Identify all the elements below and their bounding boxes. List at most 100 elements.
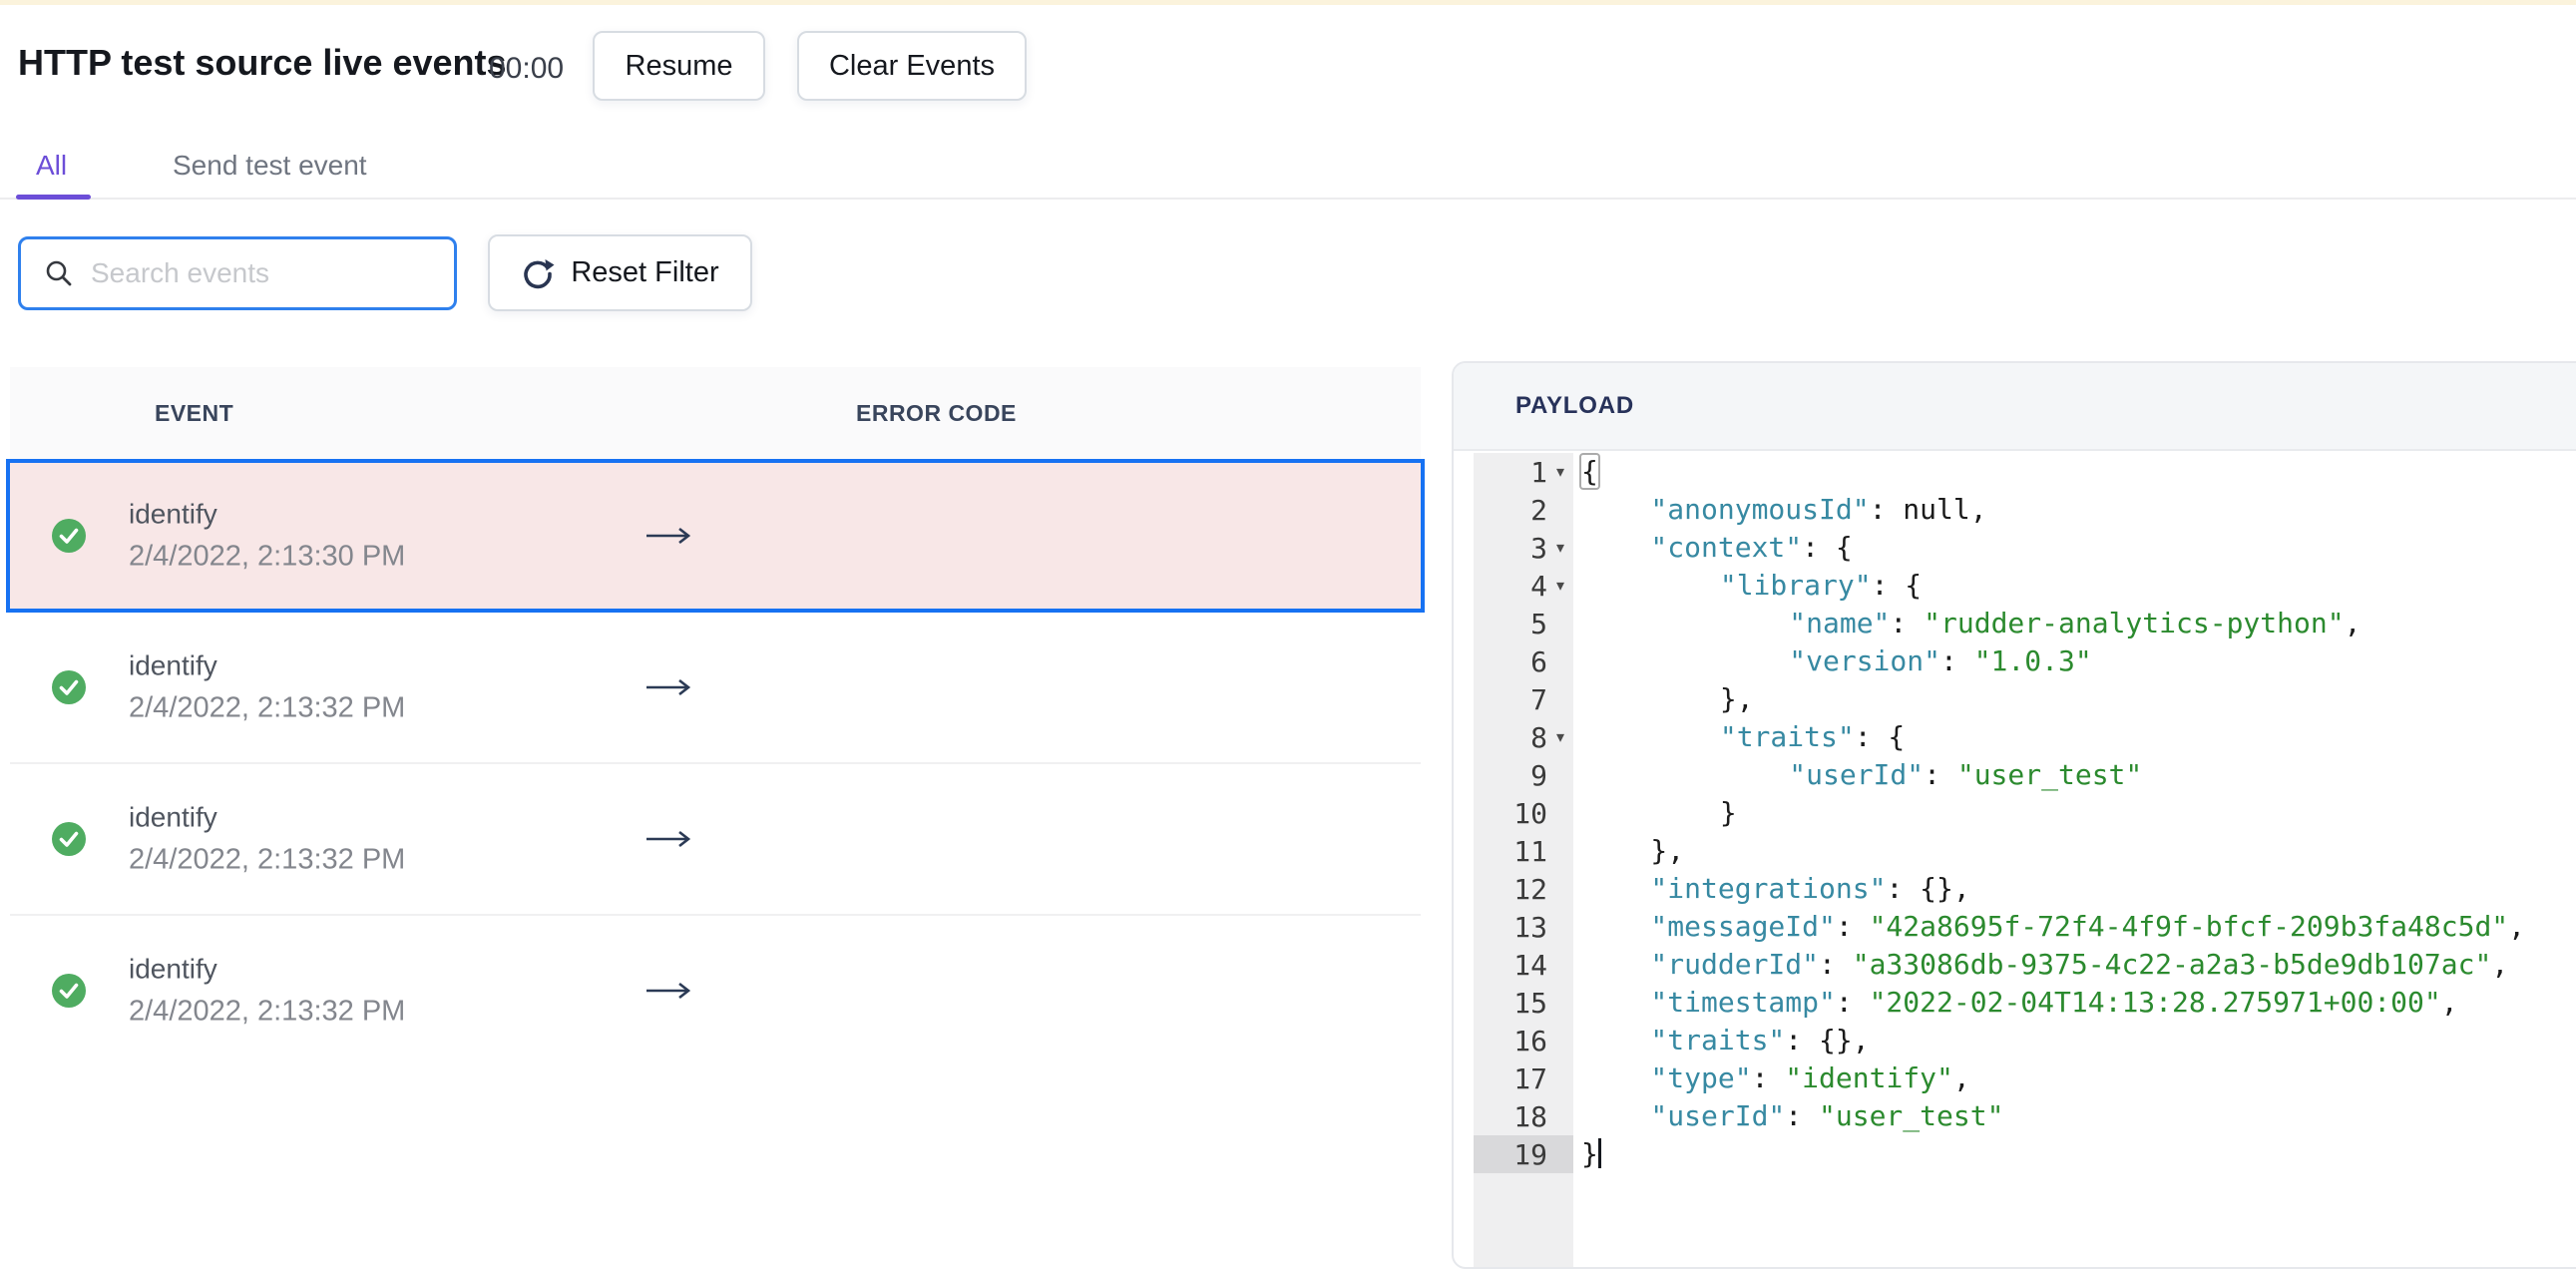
json-key: "version" [1789,644,1940,677]
event-row[interactable]: identify 2/4/2022, 2:13:32 PM [10,914,1421,1065]
json-punctuation: : null, [1869,493,1987,526]
search-icon [46,260,72,286]
event-timestamp: 2/4/2022, 2:13:32 PM [129,995,406,1028]
line-number: 8 [1530,720,1547,754]
line-number: 19 [1513,1137,1547,1171]
open-event-arrow-icon[interactable] [644,526,693,551]
line-number: 10 [1513,796,1547,830]
editor-code: {"anonymousId": null, "context": {"librar… [1581,453,2525,1267]
payload-panel-header: PAYLOAD [1454,363,2576,451]
line-number: 17 [1513,1061,1547,1095]
event-timestamp: 2/4/2022, 2:13:30 PM [129,540,406,573]
event-name: identify [129,649,217,681]
json-punctuation: : { [1802,531,1853,564]
reset-filter-label: Reset Filter [571,256,719,288]
json-punctuation: : {}, [1785,1024,1870,1057]
event-row[interactable]: identify 2/4/2022, 2:13:32 PM [10,762,1421,914]
column-header-error-code: ERROR CODE [856,400,1017,426]
event-info: identify 2/4/2022, 2:13:32 PM [129,802,405,877]
gutter-row: 8 ▾ [1474,718,1573,756]
resume-button[interactable]: Resume [593,31,765,101]
json-punctuation: , [2344,607,2361,639]
fold-toggle-icon[interactable]: ▾ [1547,576,1573,596]
event-row[interactable]: identify 2/4/2022, 2:13:32 PM [10,613,1421,762]
session-timer: 00:00 [489,52,565,85]
json-punctuation: : [1939,644,1974,677]
json-key: "timestamp" [1650,986,1836,1019]
json-string: "1.0.3" [1973,644,2092,677]
open-event-arrow-icon[interactable] [644,981,693,1006]
json-key: "traits" [1719,720,1855,753]
code-line: "traits": { [1581,718,2525,756]
line-number: 14 [1513,948,1547,982]
json-punctuation: : [1751,1061,1786,1094]
fold-toggle-icon[interactable]: ▾ [1547,538,1573,558]
event-timestamp: 2/4/2022, 2:13:32 PM [129,843,406,876]
code-line: "context": { [1581,529,2525,567]
gutter-row: 16 [1474,1022,1573,1059]
refresh-icon [524,258,555,288]
tab-all[interactable]: All [36,150,67,182]
json-key: "context" [1650,531,1803,564]
json-key: "name" [1789,607,1891,639]
json-punctuation: : [1890,607,1925,639]
gutter-row: 10 [1474,794,1573,832]
line-number: 2 [1530,493,1547,527]
gutter-row: 9 [1474,756,1573,794]
payload-panel: PAYLOAD 1 ▾ 2 3 ▾ 4 ▾ 5 6 7 8 ▾ 9 10 11 12 13 14 15 16 17 18 1… [1452,361,2576,1269]
search-events-input[interactable] [89,256,412,290]
code-line: "anonymousId": null, [1581,491,2525,529]
code-line: }, [1581,680,2525,718]
clear-events-button-label: Clear Events [828,49,995,82]
json-punctuation: : [1835,986,1870,1019]
gutter-row: 18 [1474,1097,1573,1135]
line-number: 15 [1513,986,1547,1020]
json-punctuation: } [1719,796,1737,829]
event-info: identify 2/4/2022, 2:13:30 PM [129,499,405,574]
fold-toggle-icon[interactable]: ▾ [1547,462,1573,482]
events-table-body: identify 2/4/2022, 2:13:30 PM identify 2/4/… [6,459,1425,1065]
page-title: HTTP test source live events [18,42,507,83]
line-number: 3 [1530,531,1547,565]
line-number: 13 [1513,910,1547,944]
event-info: identify 2/4/2022, 2:13:32 PM [129,650,405,725]
gutter-row: 13 [1474,908,1573,946]
code-line: } [1581,1135,2525,1173]
tab-send-test-event[interactable]: Send test event [173,150,367,182]
payload-json-editor[interactable]: 1 ▾ 2 3 ▾ 4 ▾ 5 6 7 8 ▾ 9 10 11 12 13 14 15 16 17 18 19 {"anon… [1454,451,2576,1267]
top-accent-bar [0,0,2576,5]
json-punctuation: : [1924,758,1957,791]
json-string: "2022-02-04T14:13:28.275971+00:00" [1869,986,2441,1019]
resume-button-label: Resume [625,49,733,82]
fold-toggle-icon[interactable]: ▾ [1547,727,1573,747]
json-key: "library" [1719,569,1872,602]
gutter-row: 17 [1474,1059,1573,1097]
event-row[interactable]: identify 2/4/2022, 2:13:30 PM [6,459,1425,613]
json-punctuation: , [2491,948,2509,981]
json-key: "userId" [1650,1099,1786,1132]
open-event-arrow-icon[interactable] [644,677,693,702]
json-key: "userId" [1789,758,1925,791]
code-line: }, [1581,832,2525,870]
json-key: "messageId" [1650,910,1836,943]
gutter-row: 4 ▾ [1474,567,1573,605]
line-number: 7 [1530,682,1547,716]
line-number: 12 [1513,872,1547,906]
open-event-arrow-icon[interactable] [644,829,693,854]
code-line: "messageId": "42a8695f-72f4-4f9f-bfcf-20… [1581,908,2525,946]
json-punctuation: : [1819,948,1853,981]
clear-events-button[interactable]: Clear Events [797,31,1027,101]
search-events-box[interactable] [18,236,457,310]
gutter-row: 5 [1474,605,1573,642]
json-punctuation: : { [1854,720,1906,753]
json-string: "a33086db-9375-4c22-a2a3-b5de9db107ac" [1852,948,2492,981]
line-number: 9 [1530,758,1547,792]
line-number: 6 [1530,644,1547,678]
code-line: "integrations": {}, [1581,870,2525,908]
json-punctuation: : [1835,910,1870,943]
reset-filter-button[interactable]: Reset Filter [488,234,752,311]
json-string: "user_test" [1956,758,2143,791]
json-punctuation: , [1952,1061,1970,1094]
gutter-row: 15 [1474,984,1573,1022]
line-number: 4 [1530,569,1547,603]
